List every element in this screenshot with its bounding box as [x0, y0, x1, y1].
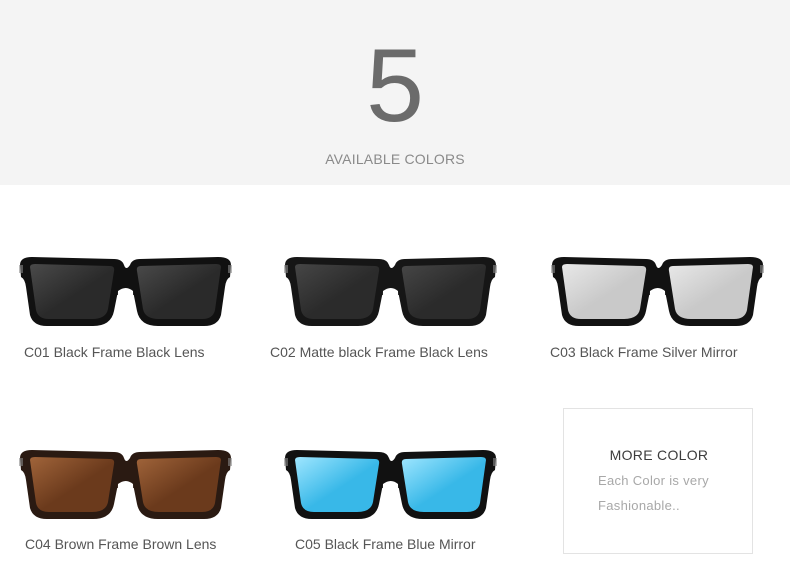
sunglasses-c02-image [284, 257, 497, 326]
product-c03[interactable]: C03 Black Frame Silver Mirror [550, 255, 765, 365]
product-label-c03: C03 Black Frame Silver Mirror [550, 344, 738, 360]
product-label-c01: C01 Black Frame Black Lens [24, 344, 205, 360]
product-c04[interactable]: C04 Brown Frame Brown Lens [18, 448, 233, 558]
more-color-box[interactable]: MORE COLOR Each Color is very Fashionabl… [563, 408, 753, 554]
sunglasses-c03-image [551, 257, 764, 326]
more-color-line-2: Fashionable.. [598, 498, 680, 513]
product-c05[interactable]: C05 Black Frame Blue Mirror [283, 448, 498, 558]
color-count: 5 [366, 28, 424, 144]
product-label-c04: C04 Brown Frame Brown Lens [25, 536, 217, 552]
product-label-c02: C02 Matte black Frame Black Lens [270, 344, 488, 360]
product-label-c05: C05 Black Frame Blue Mirror [295, 536, 476, 552]
more-color-line-1: Each Color is very [598, 473, 709, 488]
more-color-title: MORE COLOR [609, 447, 709, 463]
sunglasses-c05-image [284, 450, 497, 519]
sunglasses-c01-image [19, 257, 232, 326]
product-c01[interactable]: C01 Black Frame Black Lens [18, 255, 233, 365]
header-caption: AVAILABLE COLORS [325, 151, 465, 167]
header-banner: 5 AVAILABLE COLORS [0, 0, 790, 185]
product-c02[interactable]: C02 Matte black Frame Black Lens [270, 255, 518, 365]
sunglasses-c04-image [19, 450, 232, 519]
